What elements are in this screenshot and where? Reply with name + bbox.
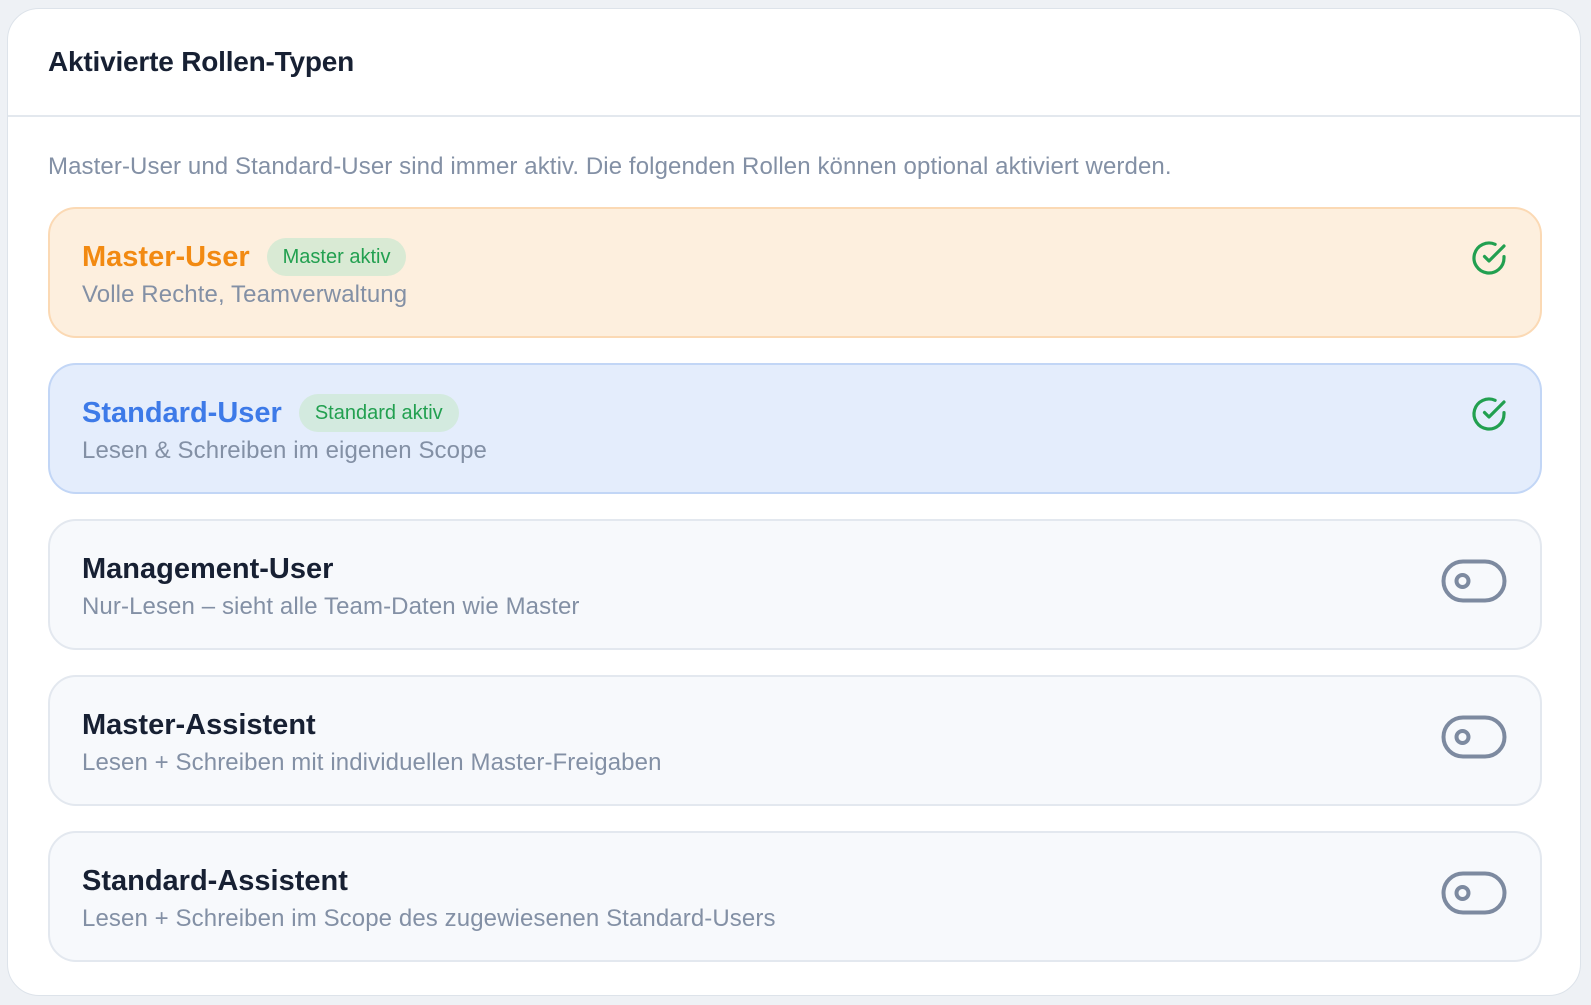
role-description: Volle Rechte, Teamverwaltung — [82, 281, 408, 308]
toggle-off-icon[interactable] — [1441, 715, 1507, 759]
role-name: Master-User — [82, 240, 250, 273]
role-name: Management-User — [82, 552, 334, 585]
role-management-user: Management-User Nur-Lesen – sieht alle T… — [48, 519, 1542, 650]
check-circle-icon — [1472, 241, 1506, 275]
check-circle-icon — [1472, 397, 1506, 431]
role-types-card: Aktivierte Rollen-Typen Master-User und … — [7, 8, 1581, 996]
role-description: Lesen + Schreiben im Scope des zugewiese… — [82, 905, 776, 932]
role-standard-assistent: Standard-Assistent Lesen + Schreiben im … — [48, 831, 1542, 962]
role-name: Standard-User — [82, 396, 282, 429]
role-name: Standard-Assistent — [82, 864, 348, 897]
toggle-off-icon[interactable] — [1441, 559, 1507, 603]
role-standard-user: Standard-User Standard aktiv Lesen & Sch… — [48, 363, 1542, 494]
card-title: Aktivierte Rollen-Typen — [48, 46, 355, 77]
info-text: Master-User und Standard-User sind immer… — [48, 153, 1172, 180]
status-badge: Master aktiv — [266, 238, 407, 276]
role-master-assistent: Master-Assistent Lesen + Schreiben mit i… — [48, 675, 1542, 806]
role-name: Master-Assistent — [82, 708, 316, 741]
role-description: Nur-Lesen – sieht alle Team-Daten wie Ma… — [82, 593, 580, 620]
role-master-user: Master-User Master aktiv Volle Rechte, T… — [48, 207, 1542, 338]
card-body: Master-User und Standard-User sind immer… — [8, 153, 1580, 962]
status-badge: Standard aktiv — [298, 394, 459, 432]
role-description: Lesen & Schreiben im eigenen Scope — [82, 437, 488, 464]
role-description: Lesen + Schreiben mit individuellen Mast… — [82, 749, 662, 776]
toggle-off-icon[interactable] — [1441, 871, 1507, 915]
card-header: Aktivierte Rollen-Typen — [8, 9, 1580, 117]
